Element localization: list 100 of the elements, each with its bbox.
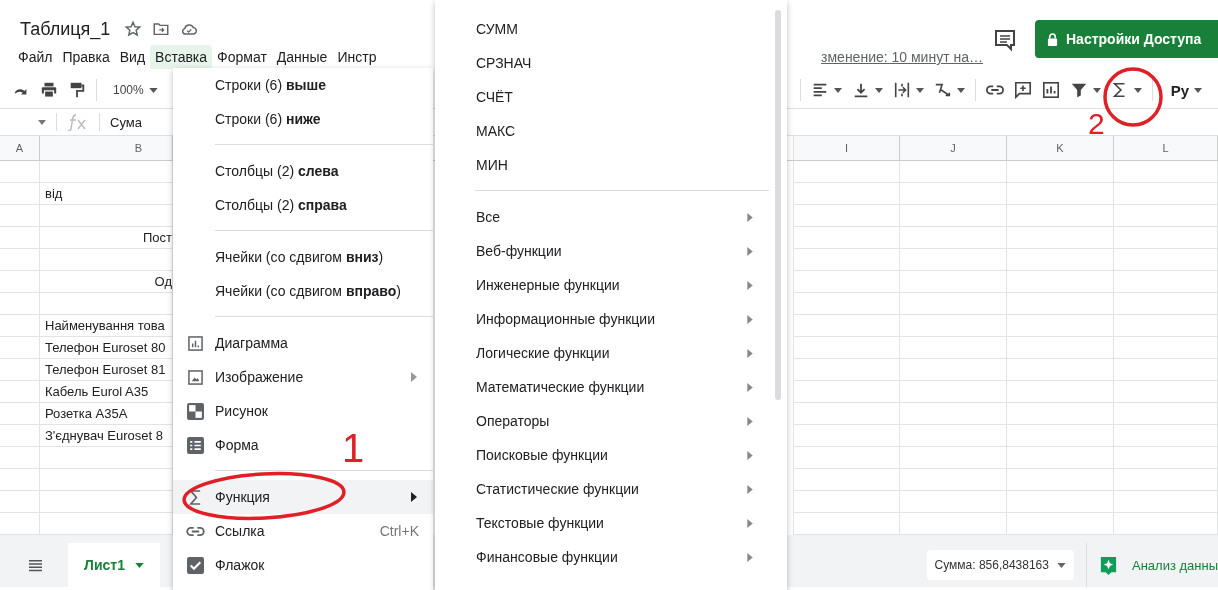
menu-item[interactable]: Инженерные функции xyxy=(435,268,787,302)
sheet-tab[interactable]: Лист1 xyxy=(68,543,160,587)
menu-item[interactable]: Все xyxy=(435,200,787,234)
table-cell xyxy=(0,183,40,205)
menu-item[interactable]: Финансовые функции xyxy=(435,540,787,574)
menu-item[interactable]: Ссылка xyxy=(173,514,271,548)
comment-icon[interactable] xyxy=(993,28,1017,52)
menu-item[interactable]: Математические функции xyxy=(435,370,787,404)
menu-item[interactable]: СУММ xyxy=(435,12,787,46)
scrollbar[interactable] xyxy=(775,10,781,400)
caret-icon xyxy=(134,562,144,568)
lock-icon xyxy=(1047,32,1058,46)
annotation-number: 2 xyxy=(1088,109,1105,139)
submenu-arrow-icon xyxy=(747,314,753,324)
menu-item[interactable]: СЧЁТ xyxy=(435,80,787,114)
sum-icon xyxy=(188,488,202,506)
table-cell xyxy=(0,205,40,227)
menu-item[interactable]: МИН xyxy=(435,148,787,182)
explore-icon[interactable] xyxy=(1098,554,1118,576)
menu-item[interactable]: Вид xyxy=(114,45,151,69)
paint-format-icon[interactable] xyxy=(68,81,86,99)
chart-icon[interactable] xyxy=(1041,81,1060,99)
menu-item[interactable]: Информационные функции xyxy=(435,302,787,336)
caret-icon xyxy=(915,87,924,93)
link-icon xyxy=(185,525,205,537)
table-cell xyxy=(0,227,40,249)
column-header[interactable]: K xyxy=(1007,136,1114,160)
add-comment-icon[interactable] xyxy=(1013,81,1032,99)
menu-item[interactable]: Операторы xyxy=(435,404,787,438)
shortcut-text: Ctrl+K xyxy=(379,523,419,539)
menu-item[interactable]: Рисунок xyxy=(173,394,274,428)
submenu-arrow-icon xyxy=(747,382,753,392)
checkbox-icon xyxy=(186,556,204,574)
menu-item[interactable]: Данные xyxy=(271,45,333,69)
star-icon[interactable] xyxy=(124,20,143,38)
menu-item[interactable]: Статистические функции xyxy=(435,472,787,506)
folder-icon[interactable] xyxy=(152,20,171,38)
explore-button[interactable]: Анализ данны xyxy=(1131,557,1218,573)
table-cell xyxy=(0,161,40,183)
table-cell xyxy=(0,359,40,381)
column-header[interactable]: I xyxy=(793,136,900,160)
document-title[interactable]: Таблиця_1 xyxy=(20,18,111,40)
menu-item[interactable]: Форма xyxy=(173,428,265,462)
text-wrap-icon[interactable] xyxy=(892,81,911,99)
sum-dropdown[interactable]: Сумма: 856,8438163 xyxy=(926,550,1074,580)
menu-item[interactable]: Ячейки (со сдвигом вправо) xyxy=(173,274,407,308)
menu-item[interactable]: Инстр xyxy=(332,45,382,69)
table-cell xyxy=(0,469,40,491)
column-header[interactable]: J xyxy=(900,136,1007,160)
table-cell xyxy=(0,271,40,293)
form-icon xyxy=(186,436,204,454)
table-cell xyxy=(0,315,40,337)
caret-icon[interactable] xyxy=(38,119,46,125)
menu-item[interactable]: Диаграмма xyxy=(173,326,294,360)
caret-icon xyxy=(956,87,965,93)
text-rotate-icon[interactable] xyxy=(933,81,952,99)
share-button[interactable]: Настройки Доступа xyxy=(1035,20,1218,58)
submenu-arrow-icon xyxy=(747,246,753,256)
all-sheets-icon[interactable] xyxy=(28,558,43,572)
menu-item[interactable]: Правка xyxy=(57,45,115,69)
caret-icon xyxy=(874,87,883,93)
column-header[interactable]: B xyxy=(40,136,173,160)
chart-icon xyxy=(187,335,203,351)
menu-item[interactable]: Строки (6) выше xyxy=(173,68,332,102)
menu-item[interactable]: Вставка xyxy=(150,45,213,69)
caret-icon xyxy=(1056,562,1066,568)
menu-item[interactable]: Формат xyxy=(212,45,272,69)
filter-icon[interactable] xyxy=(1069,81,1088,99)
submenu-arrow-icon xyxy=(747,552,753,562)
table-cell xyxy=(0,491,40,513)
menu-item[interactable]: Поисковые функции xyxy=(435,438,787,472)
menu-item[interactable]: Веб-функции xyxy=(435,234,787,268)
submenu-arrow-icon xyxy=(747,450,753,460)
column-header[interactable]: L xyxy=(1114,136,1218,160)
menu-item[interactable]: Столбцы (2) справа xyxy=(173,188,353,222)
caret-icon xyxy=(148,87,158,93)
formula-input[interactable]: Сума xyxy=(110,114,142,130)
table-cell xyxy=(0,381,40,403)
menu-item[interactable]: МАКС xyxy=(435,114,787,148)
menu-item[interactable]: Ячейки (со сдвигом вниз) xyxy=(173,240,390,274)
submenu-arrow-icon xyxy=(747,212,753,222)
table-cell xyxy=(0,403,40,425)
image-icon xyxy=(187,369,203,385)
input-tools-button[interactable]: Pу xyxy=(1170,81,1190,99)
menu-item[interactable]: Изображение xyxy=(173,360,310,394)
menu-item[interactable]: Файл xyxy=(13,45,58,69)
menu-item[interactable]: Логические функции xyxy=(435,336,787,370)
menu-item[interactable]: Столбцы (2) слева xyxy=(173,154,345,188)
menu-item[interactable]: СРЗНАЧ xyxy=(435,46,787,80)
zoom-dropdown[interactable]: 100% xyxy=(113,83,144,97)
table-cell xyxy=(0,293,40,315)
table-cell xyxy=(0,249,40,271)
last-edit-link[interactable]: зменение: 10 минут на… xyxy=(821,49,983,65)
caret-icon xyxy=(1133,87,1142,93)
column-header[interactable]: A xyxy=(0,136,40,160)
menu-item[interactable]: Флажок xyxy=(173,548,271,582)
menu-item[interactable]: Текстовые функции xyxy=(435,506,787,540)
menu-item[interactable]: Функция xyxy=(173,480,433,514)
menu-item[interactable]: Строки (6) ниже xyxy=(173,102,327,136)
print-icon[interactable] xyxy=(40,81,58,99)
